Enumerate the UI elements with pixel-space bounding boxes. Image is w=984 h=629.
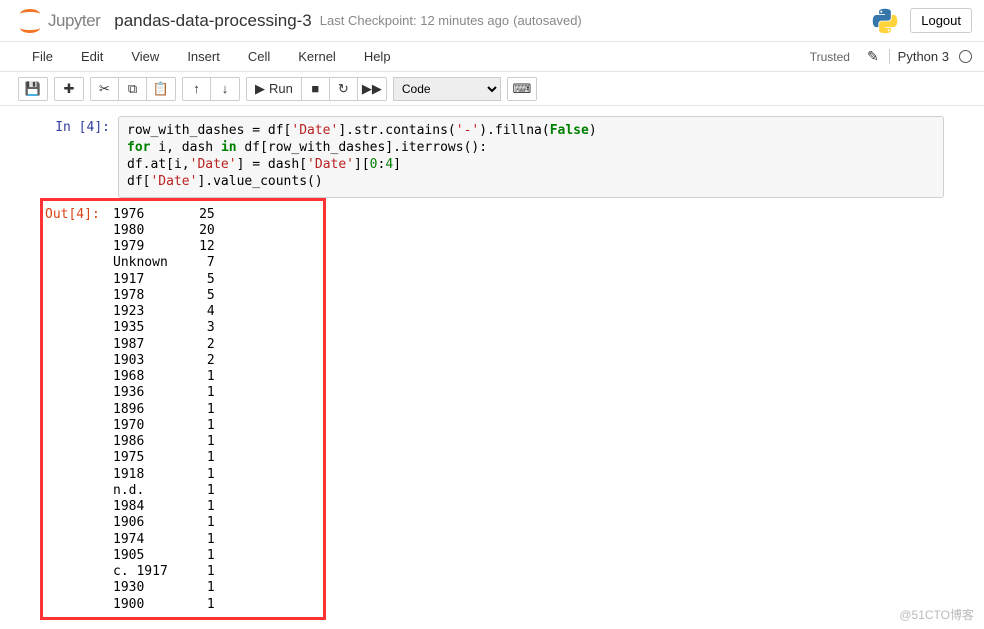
code-cell[interactable]: In [4]: row_with_dashes = df['Date'].str… xyxy=(40,116,944,198)
run-button[interactable]: ▶ Run xyxy=(247,78,302,100)
autosave-text: (autosaved) xyxy=(513,13,582,28)
menu-help[interactable]: Help xyxy=(350,45,405,68)
toolbar: 💾 ✚ ✂ ⧉ 📋 ↑ ↓ ▶ Run ■ ↻ ▶▶ CodeMarkdownR… xyxy=(0,72,984,106)
python-icon xyxy=(870,6,900,36)
move-down-button[interactable]: ↓ xyxy=(211,78,239,100)
jupyter-logo-text: Jupyter xyxy=(48,11,100,31)
restart-button[interactable]: ↻ xyxy=(330,78,358,100)
edit-icon[interactable]: ✎ xyxy=(867,48,879,65)
kernel-status-icon xyxy=(959,50,972,63)
paste-button[interactable]: 📋 xyxy=(147,78,175,100)
menu-cell[interactable]: Cell xyxy=(234,45,284,68)
copy-button[interactable]: ⧉ xyxy=(119,78,147,100)
output-highlight: Out[4]: 1976 25 1980 20 1979 12 Unknown … xyxy=(40,198,326,620)
notebook-body: In [4]: row_with_dashes = df['Date'].str… xyxy=(0,106,984,629)
notebook-header: Jupyter pandas-data-processing-3 Last Ch… xyxy=(0,0,984,42)
logout-button[interactable]: Logout xyxy=(910,8,972,33)
save-button[interactable]: 💾 xyxy=(19,78,47,100)
menu-edit[interactable]: Edit xyxy=(67,45,117,68)
kernel-name[interactable]: Python 3 xyxy=(889,49,949,64)
jupyter-logo[interactable]: Jupyter xyxy=(18,9,100,33)
cut-button[interactable]: ✂ xyxy=(91,78,119,100)
watermark: @51CTO博客 xyxy=(899,606,974,623)
output-text: 1976 25 1980 20 1979 12 Unknown 7 1917 5… xyxy=(105,203,321,617)
jupyter-icon xyxy=(18,9,42,33)
restart-run-button[interactable]: ▶▶ xyxy=(358,78,386,100)
menubar: File Edit View Insert Cell Kernel Help T… xyxy=(0,42,984,72)
menu-insert[interactable]: Insert xyxy=(173,45,234,68)
command-palette-button[interactable]: ⌨ xyxy=(508,78,536,100)
input-prompt: In [4]: xyxy=(40,116,118,198)
move-up-button[interactable]: ↑ xyxy=(183,78,211,100)
trusted-indicator[interactable]: Trusted xyxy=(803,47,857,67)
output-prompt: Out[4]: xyxy=(45,203,105,617)
menu-file[interactable]: File xyxy=(18,45,67,68)
menu-kernel[interactable]: Kernel xyxy=(284,45,350,68)
menu-view[interactable]: View xyxy=(117,45,173,68)
celltype-select[interactable]: CodeMarkdownRaw NBConvertHeading xyxy=(393,77,501,101)
notebook-title[interactable]: pandas-data-processing-3 xyxy=(114,11,312,31)
add-cell-button[interactable]: ✚ xyxy=(55,78,83,100)
code-input[interactable]: row_with_dashes = df['Date'].str.contain… xyxy=(118,116,944,198)
checkpoint-text: Last Checkpoint: 12 minutes ago xyxy=(320,13,509,28)
run-label: Run xyxy=(269,81,293,96)
stop-button[interactable]: ■ xyxy=(302,78,330,100)
